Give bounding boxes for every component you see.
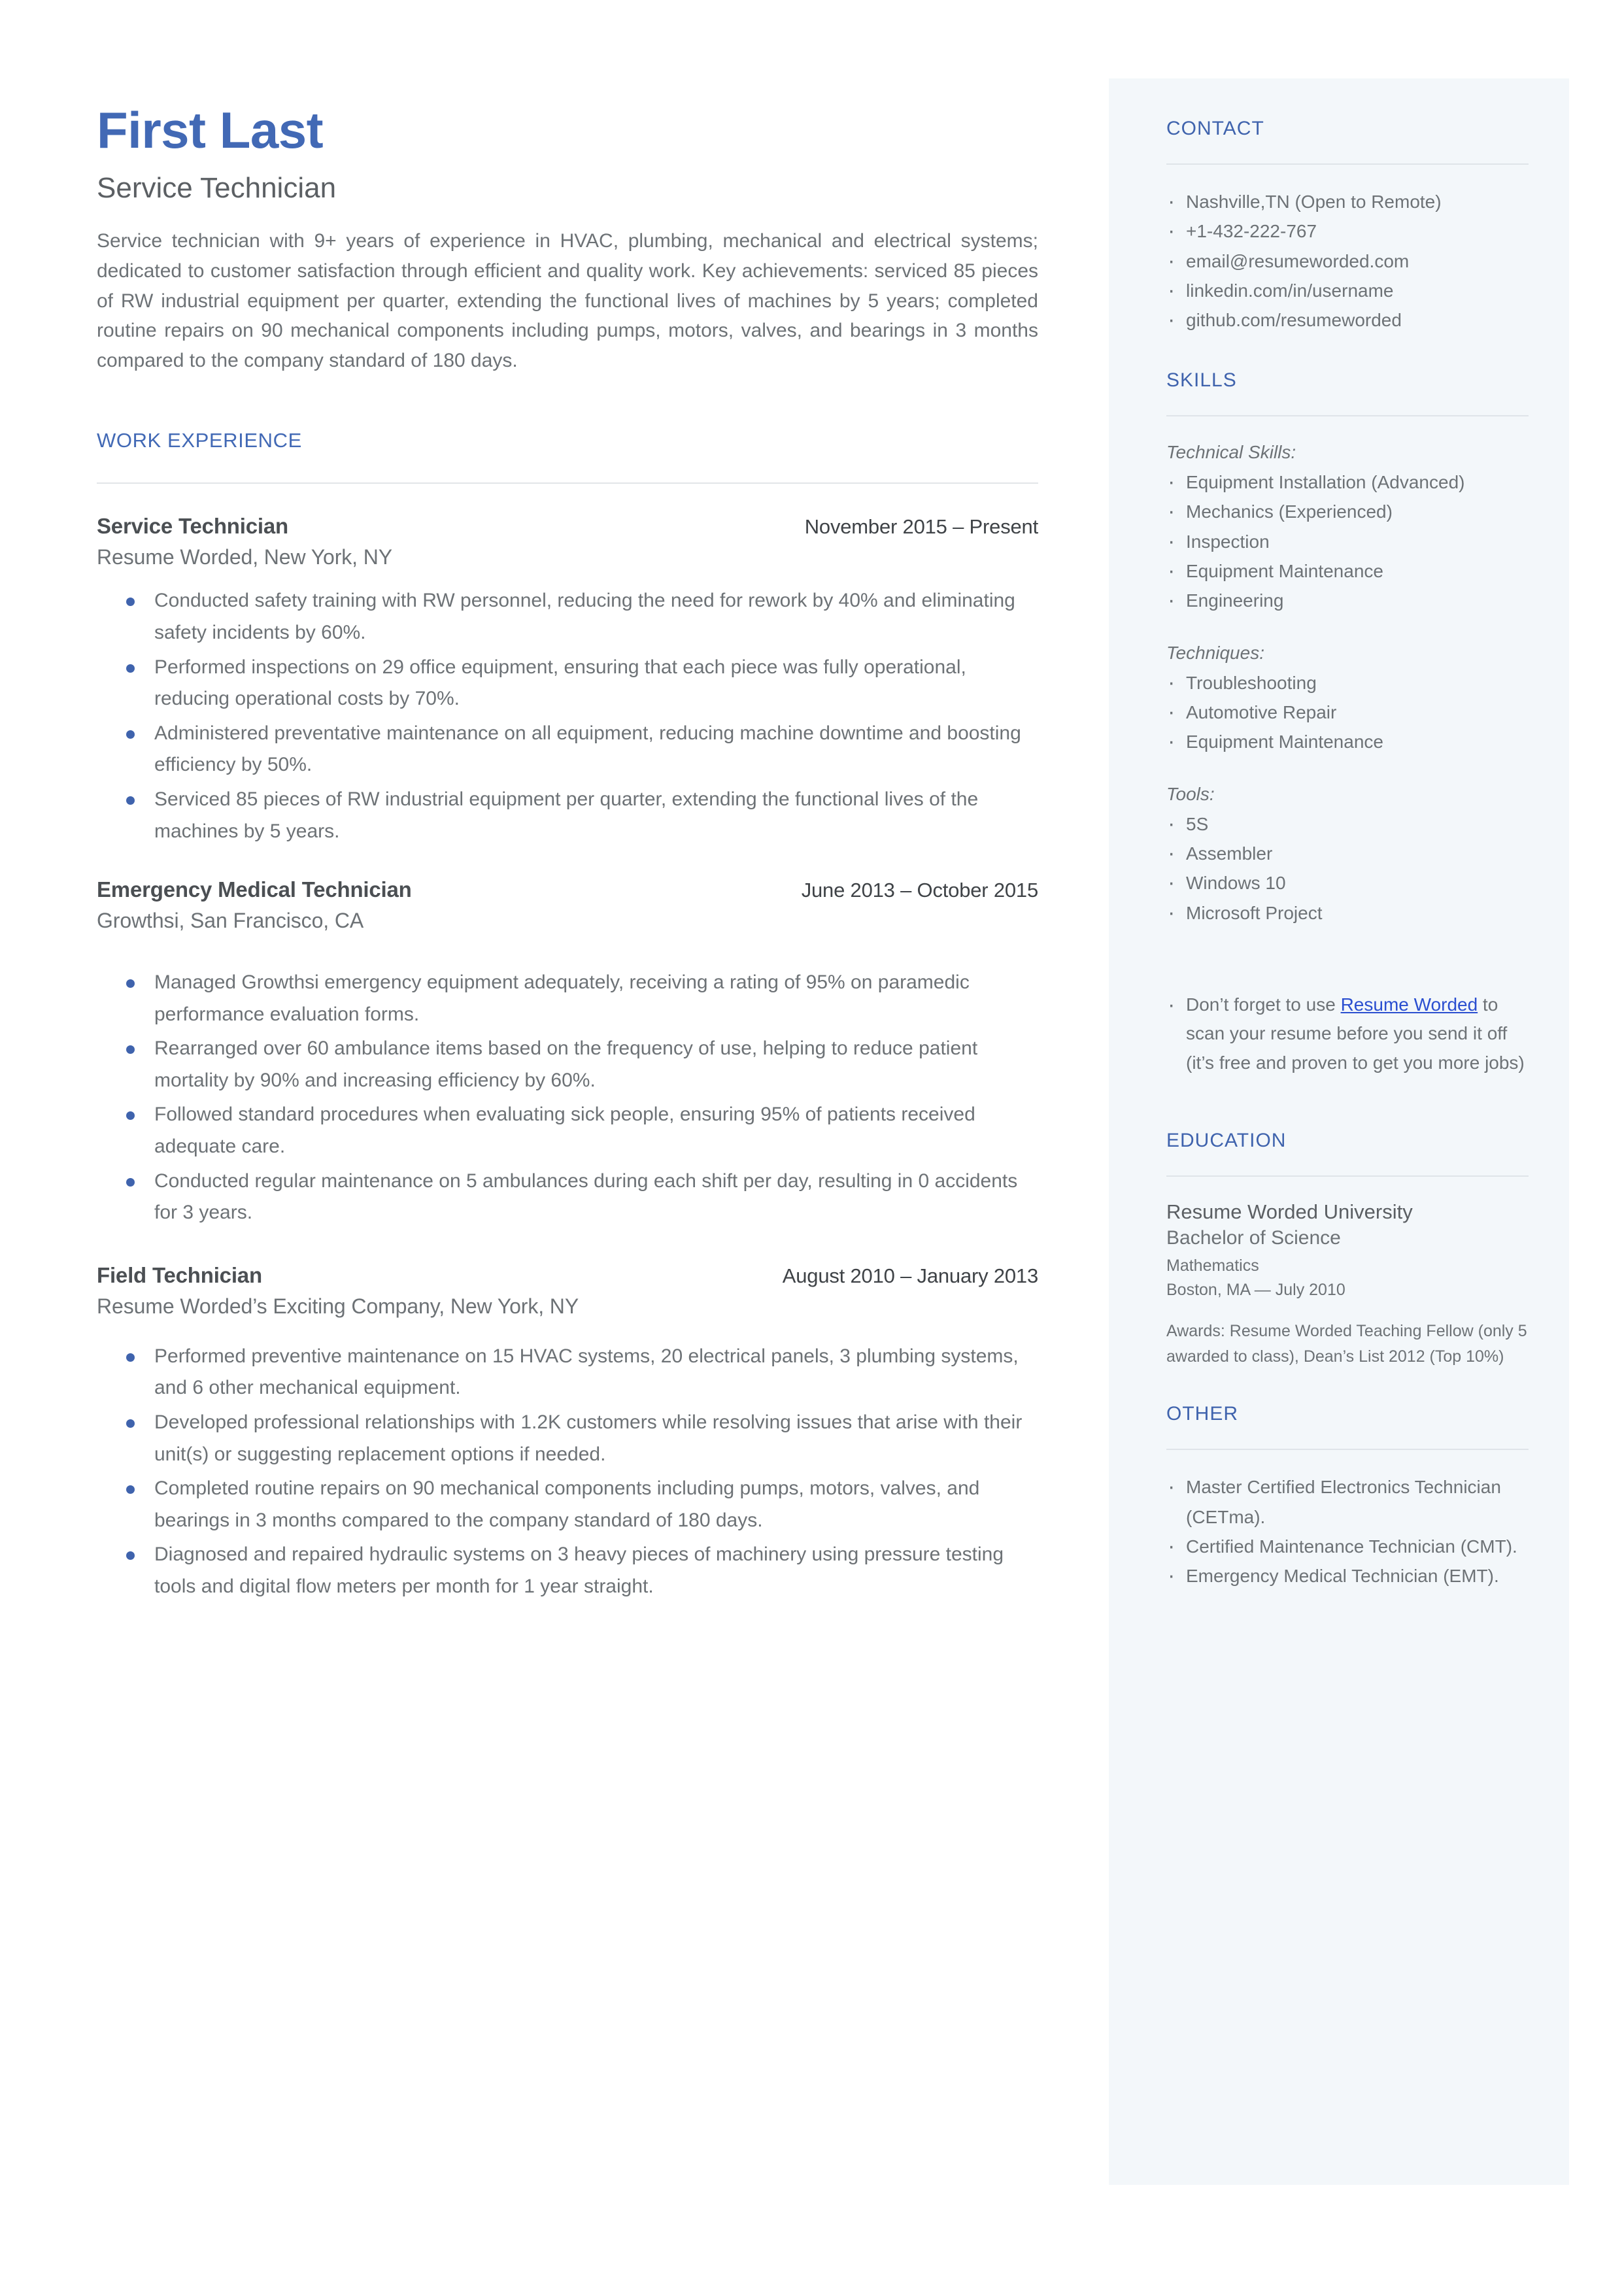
resume-worded-link[interactable]: Resume Worded — [1341, 994, 1478, 1015]
job-bullet: Managed Growthsi emergency equipment ade… — [97, 967, 1038, 1030]
spacer-other — [1166, 1369, 1529, 1403]
job-entry: Service Technician November 2015 – Prese… — [97, 514, 1038, 847]
other-divider — [1166, 1449, 1529, 1451]
job-bullet: Serviced 85 pieces of RW industrial equi… — [97, 784, 1038, 847]
skills-group-technical: Technical Skills: Equipment Installation… — [1166, 439, 1529, 617]
page-title: First Last — [97, 101, 324, 159]
job-bullet: Completed routine repairs on 90 mechanic… — [97, 1473, 1038, 1536]
sidebar-heading-other: OTHER — [1166, 1403, 1238, 1425]
job-bullet: Administered preventative maintenance on… — [97, 718, 1038, 781]
other-item: Certified Maintenance Technician (CMT). — [1166, 1530, 1529, 1563]
job-dates: November 2015 – Present — [804, 515, 1038, 539]
job-bullet: Diagnosed and repaired hydraulic systems… — [97, 1539, 1038, 1602]
other-item: Emergency Medical Technician (EMT). — [1166, 1560, 1529, 1593]
job-dates: June 2013 – October 2015 — [801, 879, 1039, 902]
spacer-skills — [1166, 335, 1529, 369]
skills-group-label: Techniques: — [1166, 642, 1264, 663]
contact-item-phone[interactable]: +1-432-222-767 — [1166, 215, 1529, 248]
main-column: First Last Service Technician Service te… — [97, 105, 1038, 1606]
work-experience-divider — [97, 482, 1038, 484]
skill-item: Automotive Repair — [1166, 696, 1529, 729]
job-bullet: Performed inspections on 29 office equip… — [97, 652, 1038, 715]
promo-text: Don’t forget to use Resume Worded to sca… — [1166, 989, 1529, 1077]
other-item: Master Certified Electronics Technician … — [1166, 1471, 1529, 1532]
skill-item: Equipment Maintenance — [1166, 555, 1529, 588]
job-header-row: Emergency Medical Technician June 2013 –… — [97, 877, 1038, 902]
summary-paragraph: Service technician with 9+ years of expe… — [97, 230, 1038, 371]
contact-item-location: Nashville,TN (Open to Remote) — [1166, 186, 1529, 218]
sidebar-heading-skills: SKILLS — [1166, 369, 1237, 391]
skills-group-techniques: Techniques: Troubleshooting Automotive R… — [1166, 639, 1529, 758]
skill-item: Engineering — [1166, 584, 1529, 617]
education-field: Mathematics — [1166, 1257, 1259, 1275]
education-school: Resume Worded University — [1166, 1200, 1413, 1223]
job-header-row: Field Technician August 2010 – January 2… — [97, 1263, 1038, 1288]
skills-group-label: Technical Skills: — [1166, 441, 1296, 462]
sidebar-heading-education: EDUCATION — [1166, 1129, 1287, 1151]
job-bullet: Rearranged over 60 ambulance items based… — [97, 1033, 1038, 1096]
contact-item-linkedin[interactable]: linkedin.com/in/username — [1166, 275, 1529, 307]
sidebar: CONTACT Nashville,TN (Open to Remote) +1… — [1109, 78, 1569, 2185]
spacer-education — [1166, 1096, 1529, 1130]
job-bullets: Managed Growthsi emergency equipment ade… — [97, 967, 1038, 1229]
job-bullet: Performed preventive maintenance on 15 H… — [97, 1341, 1038, 1404]
other-list-container: Master Certified Electronics Technician … — [1166, 1471, 1529, 1593]
skill-item: Troubleshooting — [1166, 667, 1529, 700]
education-degree: Bachelor of Science — [1166, 1227, 1341, 1249]
skills-group-tools: Tools: 5S Assembler Windows 10 Microsoft… — [1166, 781, 1529, 930]
skill-item: Windows 10 — [1166, 867, 1529, 900]
skill-item: Equipment Maintenance — [1166, 726, 1529, 758]
job-bullets: Performed preventive maintenance on 15 H… — [97, 1341, 1038, 1603]
contact-item-email[interactable]: email@resumeworded.com — [1166, 245, 1529, 278]
skills-group-label: Tools: — [1166, 783, 1215, 804]
job-role: Field Technician — [97, 1262, 262, 1287]
headline-job-title: Service Technician — [97, 172, 337, 204]
job-entry: Field Technician August 2010 – January 2… — [97, 1263, 1038, 1603]
skills-list-tools: 5S Assembler Windows 10 Microsoft Projec… — [1166, 808, 1529, 930]
job-dates: August 2010 – January 2013 — [782, 1264, 1038, 1287]
skill-item: Equipment Installation (Advanced) — [1166, 466, 1529, 499]
job-company: Resume Worded, New York, NY — [97, 545, 393, 569]
sidebar-heading-contact: CONTACT — [1166, 118, 1264, 139]
promo-block: Don’t forget to use Resume Worded to sca… — [1166, 989, 1529, 1077]
skill-item: 5S — [1166, 808, 1529, 841]
education-divider — [1166, 1175, 1529, 1177]
skill-item: Microsoft Project — [1166, 897, 1529, 930]
skill-item: Assembler — [1166, 837, 1529, 870]
resume-page: CONTACT Nashville,TN (Open to Remote) +1… — [0, 0, 1624, 2294]
contact-divider — [1166, 163, 1529, 165]
skills-list-technical: Equipment Installation (Advanced) Mechan… — [1166, 466, 1529, 617]
job-bullet: Conducted regular maintenance on 5 ambul… — [97, 1166, 1038, 1229]
job-role: Emergency Medical Technician — [97, 877, 412, 902]
job-header-row: Service Technician November 2015 – Prese… — [97, 514, 1038, 539]
contact-item-github[interactable]: github.com/resumeworded — [1166, 304, 1529, 337]
job-company: Growthsi, San Francisco, CA — [97, 909, 364, 933]
education-location-date: Boston, MA — July 2010 — [1166, 1280, 1345, 1299]
contact-list: Nashville,TN (Open to Remote) +1-432-222… — [1166, 186, 1529, 337]
job-role: Service Technician — [97, 514, 288, 539]
section-heading-work-experience: WORK EXPERIENCE — [97, 429, 302, 452]
skills-list-techniques: Troubleshooting Automotive Repair Equipm… — [1166, 667, 1529, 758]
contact-list-container: Nashville,TN (Open to Remote) +1-432-222… — [1166, 186, 1529, 337]
job-bullet: Followed standard procedures when evalua… — [97, 1099, 1038, 1162]
job-bullet: Developed professional relationships wit… — [97, 1407, 1038, 1470]
other-list: Master Certified Electronics Technician … — [1166, 1471, 1529, 1593]
job-bullets: Conducted safety training with RW person… — [97, 585, 1038, 847]
education-awards: Awards: Resume Worded Teaching Fellow (o… — [1166, 1321, 1527, 1366]
skill-item: Mechanics (Experienced) — [1166, 496, 1529, 528]
promo-prefix: Don’t forget to use — [1186, 994, 1341, 1015]
job-bullet: Conducted safety training with RW person… — [97, 585, 1038, 649]
job-entry: Emergency Medical Technician June 2013 –… — [97, 877, 1038, 1229]
job-company: Resume Worded’s Exciting Company, New Yo… — [97, 1294, 579, 1318]
skills-groups: Technical Skills: Equipment Installation… — [1166, 439, 1529, 930]
education-entry: Resume Worded University Bachelor of Sci… — [1166, 1199, 1529, 1369]
skills-divider — [1166, 414, 1529, 416]
skill-item: Inspection — [1166, 525, 1529, 558]
